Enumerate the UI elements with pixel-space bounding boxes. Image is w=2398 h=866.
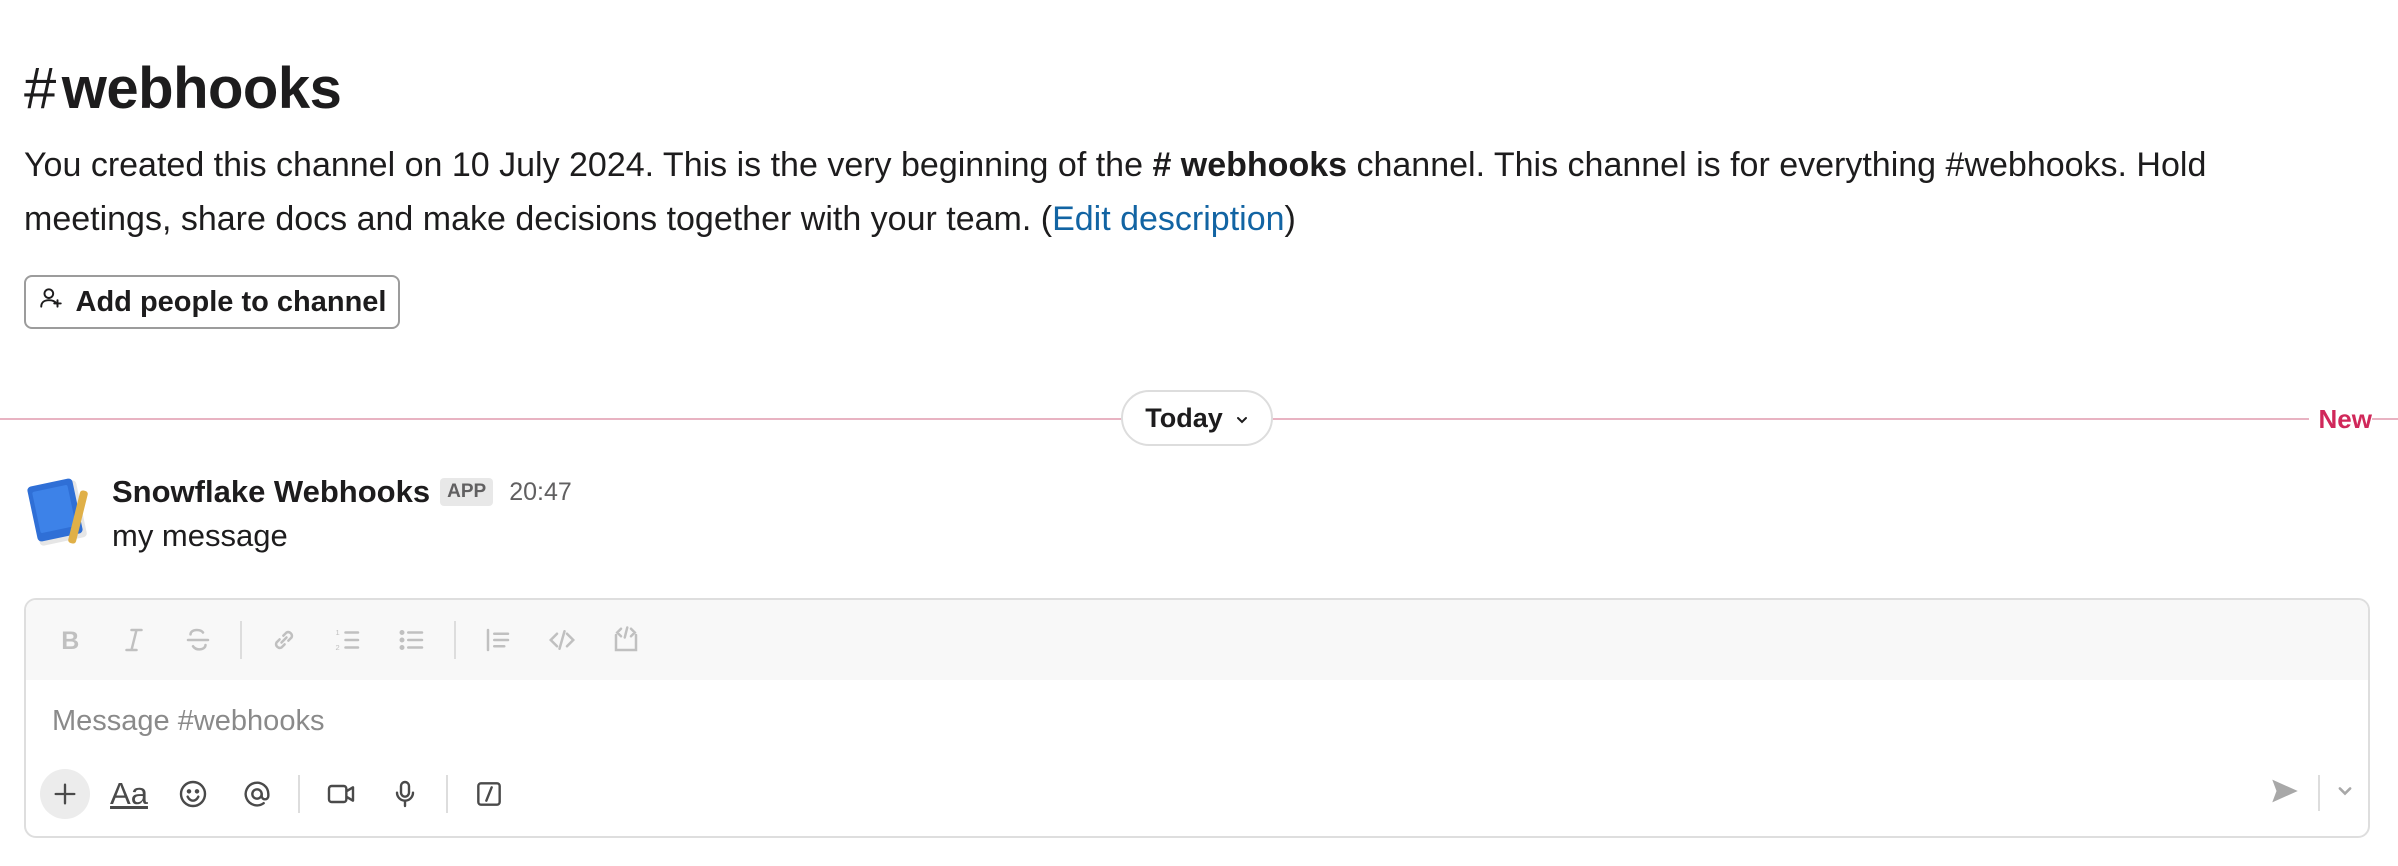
message-text: my message <box>112 518 288 553</box>
slash-command-icon[interactable] <box>464 769 514 819</box>
add-people-button[interactable]: Add people to channel <box>24 275 400 329</box>
add-person-icon <box>38 285 64 319</box>
date-jump-button[interactable]: Today <box>1121 390 1273 446</box>
message-composer: B 12 Message #webhooks Aa <box>24 598 2370 838</box>
numbered-list-icon[interactable]: 12 <box>326 618 370 662</box>
microphone-icon[interactable] <box>380 769 430 819</box>
new-label: New <box>2308 404 2372 435</box>
actions-separator <box>298 775 300 813</box>
channel-title: # webhooks <box>24 48 2354 128</box>
formatting-toggle-icon[interactable]: Aa <box>104 769 154 819</box>
message-item: Snowflake Webhooks APP 20:47 my message <box>24 470 2354 570</box>
message-header: Snowflake Webhooks APP 20:47 <box>112 470 572 514</box>
toolbar-separator <box>454 621 456 659</box>
channel-mention[interactable]: # webhooks <box>1152 146 1347 184</box>
code-icon[interactable] <box>540 618 584 662</box>
toolbar-separator <box>240 621 242 659</box>
add-people-label: Add people to channel <box>75 285 387 318</box>
channel-name: webhooks <box>61 55 342 121</box>
link-icon[interactable] <box>262 618 306 662</box>
formatting-toolbar: B 12 <box>26 600 2368 680</box>
blockquote-icon[interactable] <box>476 618 520 662</box>
hash-icon: # <box>24 55 56 121</box>
emoji-icon[interactable] <box>168 769 218 819</box>
edit-description-link[interactable]: Edit description <box>1052 200 1284 238</box>
channel-description: You created this channel on 10 July 2024… <box>24 138 2354 246</box>
description-text-start: You created this channel on 10 July 2024… <box>24 146 1153 184</box>
app-avatar[interactable] <box>24 476 96 548</box>
chevron-down-icon <box>1235 403 1249 434</box>
bold-icon[interactable]: B <box>48 618 92 662</box>
schedule-chevron-icon[interactable] <box>2336 782 2354 805</box>
code-block-icon[interactable] <box>604 618 648 662</box>
bulleted-list-icon[interactable] <box>390 618 434 662</box>
message-timestamp[interactable]: 20:47 <box>509 478 572 507</box>
mention-icon[interactable] <box>232 769 282 819</box>
actions-separator <box>446 775 448 813</box>
send-controls <box>2268 768 2354 818</box>
send-separator <box>2318 775 2320 811</box>
sender-name[interactable]: Snowflake Webhooks <box>112 474 430 510</box>
send-icon[interactable] <box>2268 774 2302 813</box>
italic-icon[interactable] <box>112 618 156 662</box>
description-close-paren: ) <box>1284 200 1296 238</box>
message-input[interactable]: Message #webhooks <box>26 680 2368 762</box>
svg-text:1: 1 <box>336 628 340 637</box>
svg-text:2: 2 <box>336 643 340 652</box>
app-badge: APP <box>440 478 494 506</box>
composer-actions: Aa <box>40 766 528 822</box>
today-label: Today <box>1145 402 1223 433</box>
video-icon[interactable] <box>316 769 366 819</box>
aa-label: Aa <box>110 776 148 811</box>
strikethrough-icon[interactable] <box>176 618 220 662</box>
plus-icon[interactable] <box>40 769 90 819</box>
svg-text:B: B <box>61 627 79 655</box>
channel-intro: # webhooks You created this channel on 1… <box>24 48 2354 246</box>
